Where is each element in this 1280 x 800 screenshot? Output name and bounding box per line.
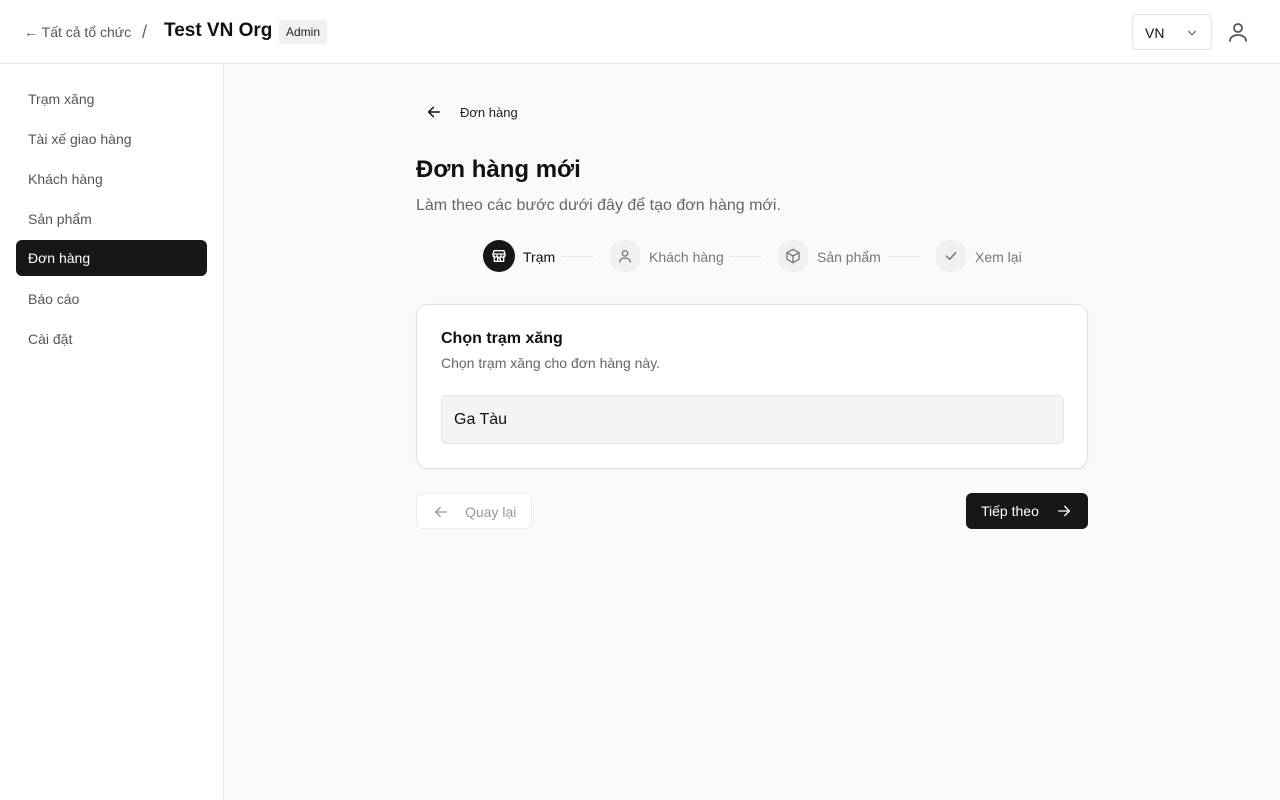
organization-name: Test VN Org — [164, 20, 273, 41]
step-product — [777, 240, 809, 272]
user-menu-icon[interactable] — [1226, 20, 1250, 44]
arrow-right-icon — [1058, 505, 1070, 517]
language-select[interactable]: VN — [1132, 14, 1212, 50]
card-title: Chọn trạm xăng — [441, 330, 563, 347]
back-button-label: Quay lại — [465, 504, 517, 520]
top-bar: ← Tất cả tổ chức / Test VN Org Admin VN — [0, 0, 1280, 64]
arrow-left-icon — [427, 106, 441, 118]
back-button[interactable]: Quay lại — [416, 493, 532, 529]
next-button-label: Tiếp theo — [981, 503, 1039, 519]
step-connector — [730, 256, 762, 257]
all-organizations-link[interactable]: ← Tất cả tổ chức — [24, 24, 131, 40]
arrow-left-icon — [435, 506, 447, 518]
step-connector — [562, 256, 594, 257]
sidebar-item-stations[interactable]: Trạm xăng — [16, 81, 207, 117]
sidebar-item-products[interactable]: Sản phẩm — [16, 201, 207, 237]
step-customer-label: Khách hàng — [649, 249, 724, 265]
step-review — [935, 240, 967, 272]
store-icon — [492, 250, 506, 262]
next-button[interactable]: Tiếp theo — [966, 493, 1088, 529]
package-icon — [786, 248, 800, 264]
step-station-label: Trạm — [523, 249, 556, 265]
sidebar-item-reports[interactable]: Báo cáo — [16, 281, 207, 317]
step-connector — [888, 256, 920, 257]
user-icon — [619, 250, 631, 263]
sidebar-item-customers[interactable]: Khách hàng — [16, 161, 207, 197]
page-title: Đơn hàng mới — [416, 156, 581, 183]
step-product-label: Sản phẩm — [817, 249, 881, 265]
step-station — [483, 240, 515, 272]
chevron-down-icon — [1187, 30, 1197, 36]
role-badge: Admin — [279, 20, 328, 44]
sidebar: Trạm xăng Tài xế giao hàng Khách hàng Sả… — [0, 64, 224, 800]
step-customer — [609, 240, 641, 272]
station-card: Chọn trạm xăng Chọn trạm xăng cho đơn hà… — [416, 304, 1088, 469]
page-subtitle: Làm theo các bước dưới đây để tạo đơn hà… — [416, 197, 781, 214]
check-icon — [945, 251, 957, 261]
sidebar-item-orders[interactable]: Đơn hàng — [16, 240, 207, 276]
back-link-label: Đơn hàng — [460, 105, 518, 120]
station-select[interactable]: Ga Tàu — [441, 395, 1064, 444]
breadcrumb-separator: / — [142, 22, 148, 42]
sidebar-item-settings[interactable]: Cài đặt — [16, 321, 207, 357]
step-review-label: Xem lại — [975, 249, 1022, 265]
language-value: VN — [1145, 25, 1165, 41]
sidebar-item-drivers[interactable]: Tài xế giao hàng — [16, 121, 207, 157]
card-subtitle: Chọn trạm xăng cho đơn hàng này. — [441, 355, 661, 371]
